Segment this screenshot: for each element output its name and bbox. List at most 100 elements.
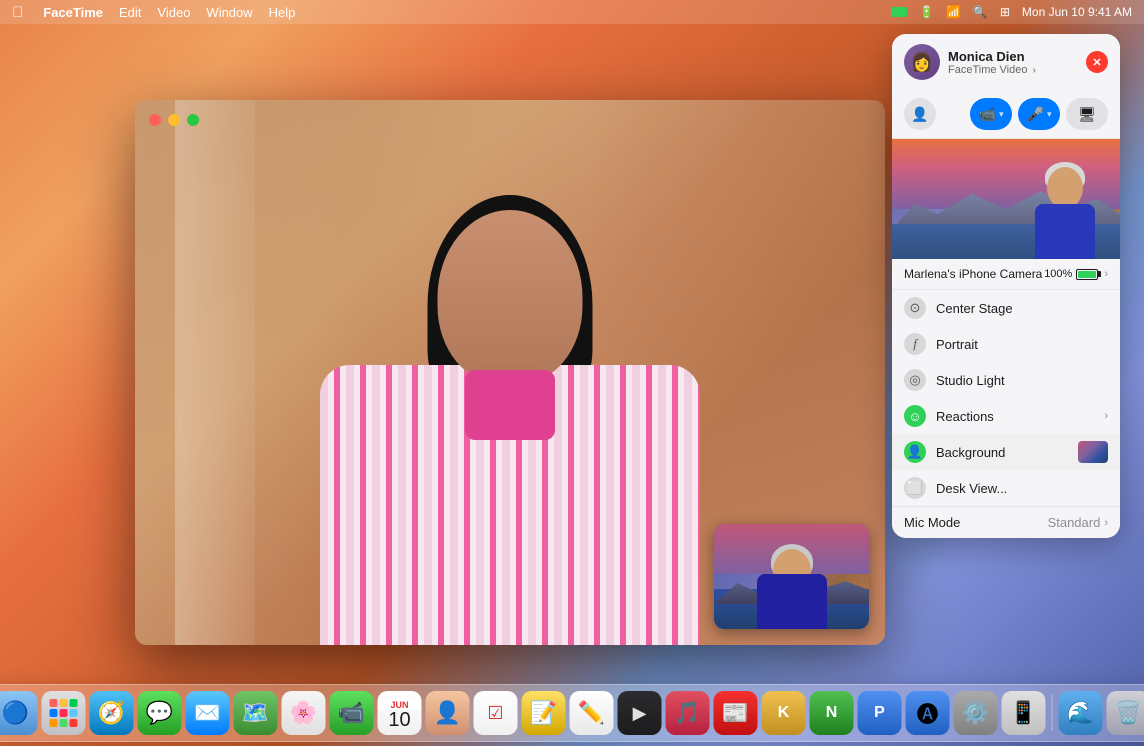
contact-avatar: 👩 [904,44,940,80]
dock-item-mail[interactable]: ✉️ [186,691,230,735]
center-stage-label: Center Stage [936,301,1108,316]
background-thumbnail [1078,441,1108,463]
menu-item-desk-view[interactable]: ⬜ Desk View... [892,470,1120,506]
dock-item-appletv[interactable]: ▶ [618,691,662,735]
menu-item-studio-light[interactable]: ◎ Studio Light [892,362,1120,398]
prev-head [1047,167,1083,209]
video-control-button[interactable]: 📹 ▾ [970,98,1012,130]
search-icon[interactable]: 🔍 [973,5,988,19]
self-view-person [752,539,832,629]
reactions-label: Reactions [936,409,1094,424]
facetime-window [135,100,885,645]
video-preview [892,139,1120,259]
person-container [260,145,760,645]
minimize-button[interactable] [168,114,180,126]
menubar-help[interactable]: Help [269,5,296,20]
reactions-icon: ☺ [904,405,926,427]
contact-name: Monica Dien [948,49,1078,64]
mic-mode-row[interactable]: Mic Mode Standard › [892,506,1120,538]
thumbnail-preview [1078,441,1108,463]
dock: 🔵 🧭 💬 ✉️ 🗺️ 🌸 📹 JUN [0,684,1144,742]
battery-tip [1098,271,1101,277]
menubar:  FaceTime Edit Video Window Help 🔋 📶 🔍 … [0,0,1144,24]
call-type: FaceTime Video › [948,64,1078,76]
battery-icon [1076,269,1098,280]
face [438,210,583,385]
battery-percent-label: 100% [1044,268,1072,280]
dock-item-numbers[interactable]: N [810,691,854,735]
menubar-video[interactable]: Video [157,5,190,20]
camera-status-icon [891,7,907,17]
apple-menu[interactable]:  [12,4,23,21]
dock-item-messages[interactable]: 💬 [138,691,182,735]
dock-item-notes[interactable]: 📝 [522,691,566,735]
datetime-display: Mon Jun 10 9:41 AM [1022,5,1132,19]
close-panel-button[interactable]: ✕ [1086,51,1108,73]
close-button[interactable] [149,114,161,126]
menubar-left:  FaceTime Edit Video Window Help [12,4,295,21]
window-controls[interactable] [149,114,199,126]
panel-header: 👩 Monica Dien FaceTime Video › ✕ [892,34,1120,90]
dock-item-reminders[interactable]: ☑ [474,691,518,735]
dock-item-freeform[interactable]: ✏️ [570,691,614,735]
window-light-effect [175,100,255,645]
prev-shirt [1035,204,1095,259]
fullscreen-button[interactable] [187,114,199,126]
menu-item-portrait[interactable]: f Portrait [892,326,1120,362]
self-view-inner [714,524,869,629]
desk-view-icon: ⬜ [904,477,926,499]
desk-view-label: Desk View... [936,481,1108,496]
menubar-app-name[interactable]: FaceTime [43,5,103,20]
background-label: Background [936,445,1068,460]
camera-chevron-icon: › [1104,268,1108,280]
dock-item-photos[interactable]: 🌸 [282,691,326,735]
battery-indicator: 100% [1044,268,1098,280]
person-control-button[interactable]: 👤 [904,98,936,130]
self-view-thumbnail[interactable] [714,524,869,629]
battery-fill [1078,271,1096,278]
camera-source-name: Marlena's iPhone Camera [904,267,1044,281]
background-icon: 👤 [904,441,926,463]
menu-item-center-stage[interactable]: ⊙ Center Stage [892,290,1120,326]
dock-item-keynote[interactable]: K [762,691,806,735]
dock-item-trash[interactable]: 🗑️ [1107,691,1144,735]
center-stage-icon: ⊙ [904,297,926,319]
menubar-window[interactable]: Window [206,5,252,20]
menubar-right: 🔋 📶 🔍 ⊞ Mon Jun 10 9:41 AM [891,5,1132,19]
menu-item-background[interactable]: 👤 Background [892,434,1120,470]
dock-item-calendar[interactable]: JUN 10 [378,691,422,735]
dock-item-appstore[interactable]: 🅐 [906,691,950,735]
preview-person [1030,149,1100,259]
screen-share-button[interactable]: 🖥 [1066,98,1108,130]
dock-item-screen-saver[interactable]: 🌊 [1059,691,1103,735]
mic-mode-label: Mic Mode [904,515,1048,530]
dock-separator [1052,695,1053,731]
battery-menu-icon: 🔋 [919,5,934,19]
dock-item-contacts[interactable]: 👤 [426,691,470,735]
dock-item-facetime[interactable]: 📹 [330,691,374,735]
mic-mode-value: Standard [1048,515,1101,530]
dock-item-system-settings[interactable]: ⚙️ [954,691,998,735]
dock-item-finder[interactable]: 🔵 [0,691,38,735]
dock-item-maps[interactable]: 🗺️ [234,691,278,735]
facetime-background [135,100,885,645]
menu-item-reactions[interactable]: ☺ Reactions › [892,398,1120,434]
mic-control-button[interactable]: 🎤 ▾ [1018,98,1060,130]
menubar-edit[interactable]: Edit [119,5,141,20]
studio-light-label: Studio Light [936,373,1108,388]
dock-item-music[interactable]: 🎵 [666,691,710,735]
portrait-icon: f [904,333,926,355]
calendar-month: JUN [378,699,422,710]
control-center-icon[interactable]: ⊞ [1000,5,1010,19]
dock-item-pages[interactable]: P [858,691,902,735]
facetime-control-panel: 👩 Monica Dien FaceTime Video › ✕ 👤 📹 ▾ 🎤… [892,34,1120,538]
wifi-icon: 📶 [946,5,961,19]
dock-item-iphone-mirror[interactable]: 📱 [1002,691,1046,735]
sv-shirt [757,574,827,629]
camera-source-row[interactable]: Marlena's iPhone Camera 100% › [892,259,1120,290]
collar [465,370,555,440]
portrait-label: Portrait [936,337,1108,352]
dock-item-news[interactable]: 📰 [714,691,758,735]
dock-item-safari[interactable]: 🧭 [90,691,134,735]
dock-item-launchpad[interactable] [42,691,86,735]
